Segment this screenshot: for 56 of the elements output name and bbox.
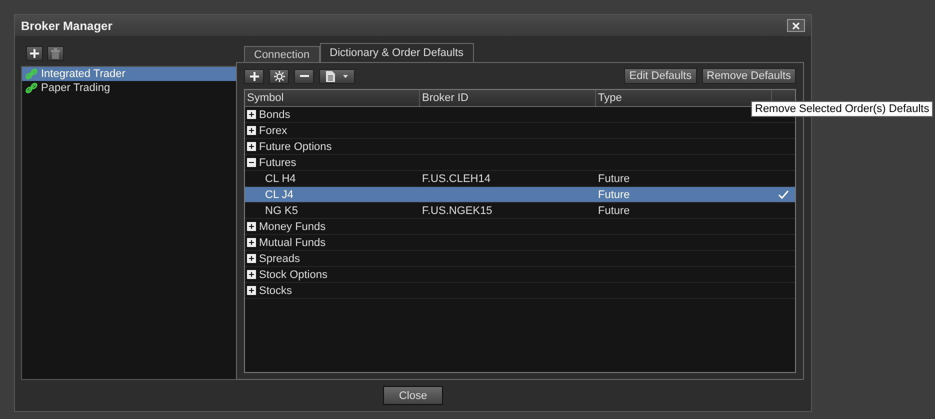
window-close-button[interactable] [787, 19, 805, 32]
expand-icon[interactable] [247, 110, 256, 120]
category-label[interactable]: Future Options [259, 140, 332, 153]
broker-id-cell-text: F.US.CLEH14 [421, 172, 492, 185]
expand-icon[interactable] [247, 126, 256, 136]
settings-button[interactable] [269, 68, 289, 84]
plus-icon [250, 72, 258, 81]
add-button[interactable] [26, 46, 43, 62]
symbol-cell-text: CL J4 [264, 188, 294, 201]
expand-icon[interactable] [247, 286, 256, 296]
toolbar-button[interactable]: Remove Defaults [702, 68, 796, 84]
caret-icon [343, 74, 348, 78]
column-header[interactable]: Broker ID [420, 90, 596, 106]
category-label[interactable]: Stock Options [259, 268, 328, 281]
table-row[interactable]: CL J4 Future [245, 187, 795, 204]
document-dropdown-button[interactable] [319, 68, 355, 84]
window-title: Broker Manager [21, 18, 112, 33]
expand-icon[interactable] [247, 142, 256, 152]
add-button[interactable] [244, 68, 264, 84]
type-cell-text: Future [597, 188, 631, 201]
symbol-cell-text: NG K5 [264, 204, 300, 217]
category-label[interactable]: Forex [259, 124, 288, 137]
collapse-icon[interactable] [247, 158, 256, 168]
tab[interactable]: Connection [244, 46, 320, 62]
link-icon [25, 82, 38, 94]
symbol-cell-text: CL H4 [264, 172, 297, 185]
delete-button[interactable] [47, 46, 64, 62]
category-label[interactable]: Mutual Funds [259, 236, 326, 249]
tab[interactable]: Dictionary & Order Defaults [320, 43, 474, 62]
document-icon [326, 70, 335, 82]
remove-button[interactable] [294, 68, 314, 84]
expand-icon[interactable] [247, 254, 256, 264]
broker-id-cell-text: F.US.NGEK15 [421, 204, 494, 217]
trash-icon [50, 48, 61, 60]
broker-item[interactable]: Paper Trading [22, 81, 236, 96]
category-label[interactable]: Money Funds [259, 220, 326, 233]
table-row[interactable]: NG K5 F.US.NGEK15 Future [245, 203, 795, 220]
toolbar-button[interactable]: Edit Defaults [624, 68, 697, 84]
expand-icon[interactable] [247, 222, 256, 232]
type-cell-text: Future [597, 172, 631, 185]
plus-icon [30, 49, 39, 58]
category-label[interactable]: Futures [259, 156, 296, 169]
broker-item[interactable]: Integrated Trader [22, 67, 236, 82]
close-button[interactable]: Close [383, 386, 443, 406]
category-label[interactable]: Bonds [259, 108, 290, 121]
tooltip: Remove Selected Order(s) Defaults [751, 101, 934, 117]
minus-icon [300, 74, 308, 78]
column-header[interactable]: Symbol [245, 90, 420, 106]
close-icon [792, 22, 800, 30]
category-label[interactable]: Stocks [259, 284, 292, 297]
type-cell-text: Future [597, 204, 631, 217]
expand-icon[interactable] [247, 238, 256, 248]
link-icon [25, 68, 38, 80]
gear-icon [274, 70, 284, 82]
expand-icon[interactable] [247, 270, 256, 280]
category-label[interactable]: Spreads [259, 252, 300, 265]
